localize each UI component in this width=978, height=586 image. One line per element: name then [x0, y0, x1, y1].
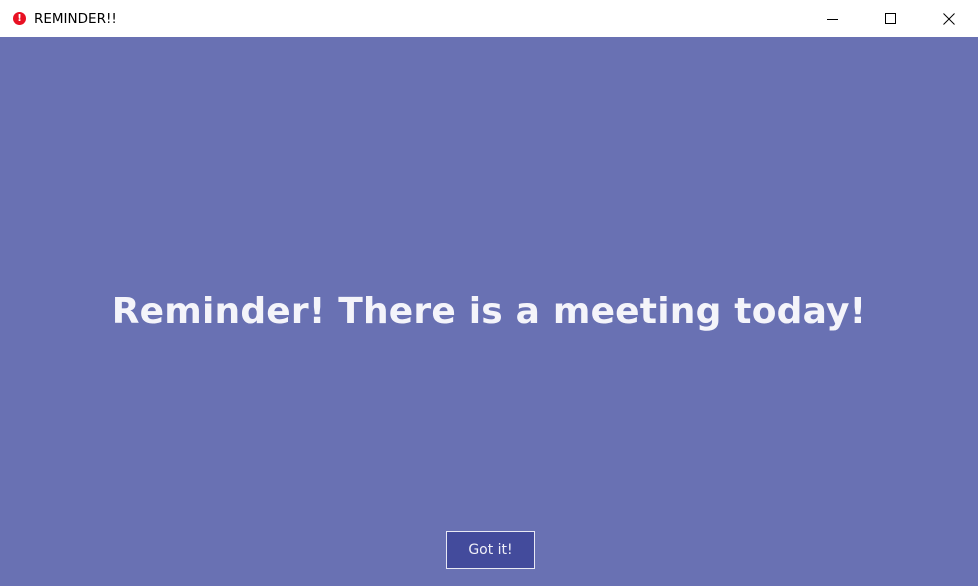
exclamation-circle-icon: ! [13, 12, 26, 25]
reminder-message: Reminder! There is a meeting today! [111, 291, 867, 332]
close-button[interactable] [920, 0, 978, 37]
maximize-button[interactable] [862, 0, 920, 37]
minimize-icon [827, 18, 838, 20]
maximize-icon [885, 12, 896, 24]
minimize-button[interactable] [804, 0, 862, 37]
window-title: REMINDER!! [34, 10, 117, 27]
reminder-content: Reminder! There is a meeting today! Got … [0, 37, 978, 586]
window-controls [804, 0, 978, 37]
title-bar[interactable]: ! REMINDER!! [0, 0, 978, 37]
reminder-window: ! REMINDER!! Reminder! There is a meetin… [0, 0, 978, 586]
got-it-button[interactable]: Got it! [446, 531, 535, 569]
close-icon [943, 12, 955, 25]
